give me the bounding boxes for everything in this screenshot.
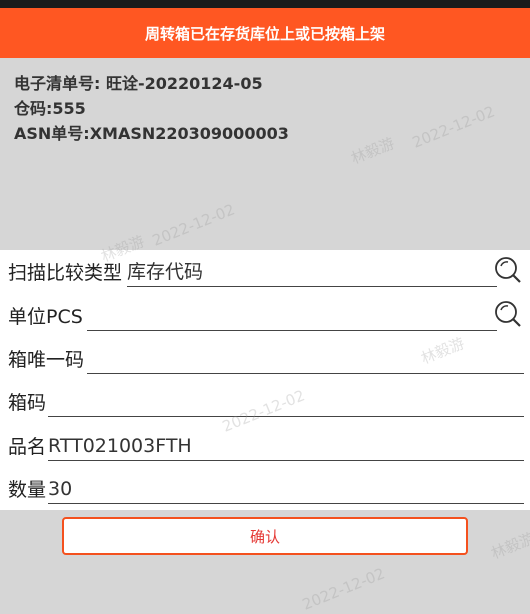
form-panel: 扫描比较类型 库存代码 单位PCS 箱唯一码 箱码 品名 RTT021003FT… <box>0 250 530 510</box>
quantity-field[interactable]: 30 <box>48 475 524 504</box>
box-code-field[interactable] <box>48 388 524 417</box>
quantity-row: 数量 30 <box>0 467 530 510</box>
asn-number: ASN单号:XMASN220309000003 <box>14 124 289 143</box>
quantity-label: 数量 <box>8 479 47 501</box>
unit-label: 单位PCS <box>8 302 83 329</box>
scan-compare-field[interactable]: 库存代码 <box>127 258 497 287</box>
info-panel: 电子清单号: 旺诠-20220124-05 仓码:555 ASN单号:XMASN… <box>0 58 530 250</box>
doc-number: 电子清单号: 旺诠-20220124-05 <box>14 74 263 93</box>
box-unique-label: 箱唯一码 <box>8 349 85 371</box>
box-unique-field[interactable] <box>87 345 524 374</box>
box-unique-row: 箱唯一码 <box>0 337 530 380</box>
unit-label-text: 单位 <box>8 306 47 328</box>
confirm-button[interactable]: 确认 <box>62 517 468 555</box>
box-code-row: 箱码 <box>0 380 530 423</box>
product-name-label: 品名 <box>8 436 47 458</box>
search-icon[interactable] <box>494 256 522 284</box>
unit-value: PCS <box>46 306 83 328</box>
action-bar: 确认 <box>0 510 530 605</box>
unit-field[interactable] <box>87 302 497 331</box>
warehouse-code: 仓码:555 <box>14 99 86 118</box>
product-name-field[interactable]: RTT021003FTH <box>48 432 524 461</box>
search-icon[interactable] <box>494 300 522 328</box>
status-bar <box>0 0 530 8</box>
alert-banner: 周转箱已在存货库位上或已按箱上架 <box>0 8 530 58</box>
unit-row: 单位PCS <box>0 294 530 337</box>
product-name-row: 品名 RTT021003FTH <box>0 424 530 467</box>
box-code-label: 箱码 <box>8 392 47 414</box>
alert-message: 周转箱已在存货库位上或已按箱上架 <box>144 24 385 43</box>
scan-compare-label: 扫描比较类型 <box>8 262 123 284</box>
scan-compare-row: 扫描比较类型 库存代码 <box>0 250 530 293</box>
